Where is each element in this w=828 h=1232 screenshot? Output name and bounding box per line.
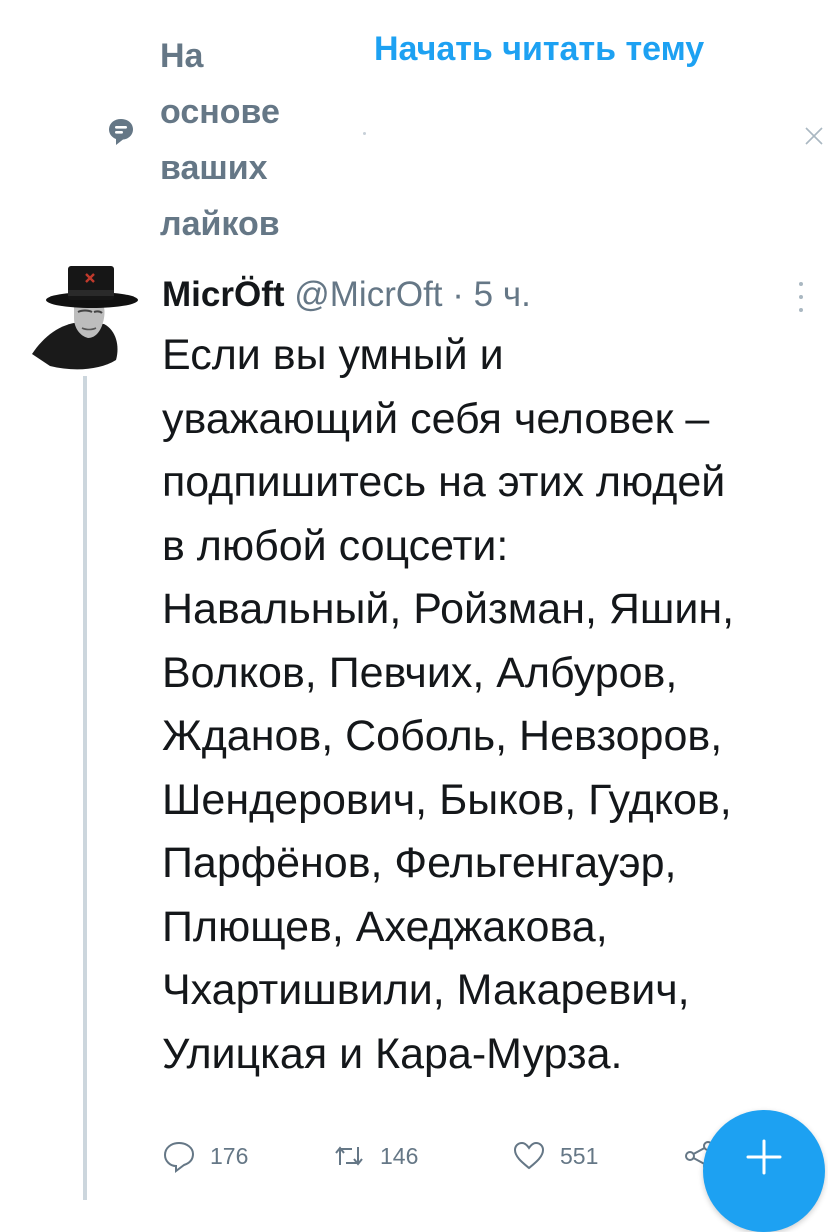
reply-button[interactable]: 176 <box>162 1136 248 1176</box>
close-icon[interactable] <box>804 126 824 146</box>
more-vertical-icon[interactable] <box>796 282 806 316</box>
start-thread-link[interactable]: Начать читать тему <box>374 26 704 72</box>
tweet-text-line: Шендерович, Быков, Гудков, <box>162 775 732 824</box>
like-button[interactable]: 551 <box>512 1136 598 1176</box>
tweet-text-line: уважающий себя человек – <box>162 394 710 443</box>
tweet-text-line: подпишитесь на этих людей <box>162 458 726 506</box>
separator-dot: · <box>452 275 464 314</box>
tweet-text-line: Если вы умный и <box>162 331 504 379</box>
retweet-count: 146 <box>380 1142 419 1169</box>
tweet-header: MicrÖft @MicrOft · 5 ч. <box>162 272 531 318</box>
user-handle[interactable]: @MicrOft <box>294 275 442 314</box>
tweet-text-line: Навальный, Ройзман, Яшин, <box>162 585 735 633</box>
heart-icon <box>513 1141 545 1170</box>
display-name[interactable]: MicrÖft <box>162 275 285 314</box>
thread-line <box>83 376 87 1200</box>
speech-bubble-icon <box>109 119 133 145</box>
recommendation-context: На основе ваших лайков Начать читать тем… <box>0 0 828 250</box>
tweet-text-line: Улицкая и Кара-Мурза. <box>162 1029 623 1078</box>
reply-icon <box>163 1141 195 1173</box>
tweet-text-line: Жданов, Соболь, Невзоров, <box>162 712 723 760</box>
retweet-button[interactable]: 146 <box>332 1136 418 1176</box>
timestamp[interactable]: 5 ч. <box>474 275 531 314</box>
divider-dot <box>363 132 366 135</box>
like-count: 551 <box>560 1142 599 1169</box>
context-label: На основе ваших лайков <box>160 37 280 243</box>
avatar[interactable] <box>30 262 140 374</box>
retweet-icon <box>335 1146 363 1166</box>
compose-tweet-button[interactable] <box>703 1110 825 1232</box>
plus-icon <box>746 1139 782 1175</box>
tweet-text: Если вы умный и уважающий себя человек –… <box>162 324 828 1086</box>
tweet-text-line: Чхартишвили, Макаревич, <box>162 966 690 1014</box>
tweet-text-line: Плющев, Ахеджакова, <box>162 902 608 951</box>
reply-count: 176 <box>210 1142 249 1169</box>
tweet-text-line: в любой соцсети: <box>162 521 509 570</box>
tweet-text-line: Волков, Певчих, Албуров, <box>162 648 678 697</box>
tweet-text-line: Парфёнов, Фельгенгауэр, <box>162 839 677 887</box>
